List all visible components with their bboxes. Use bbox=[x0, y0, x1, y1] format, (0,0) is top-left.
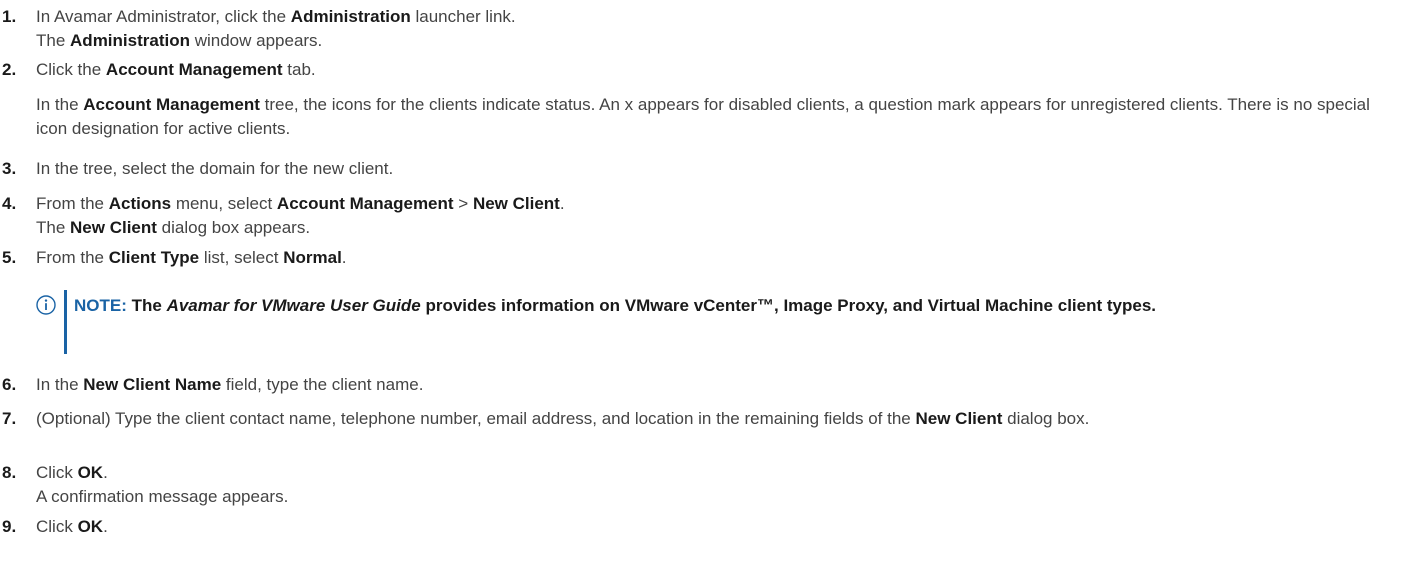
step-text: Click OK. bbox=[36, 463, 108, 482]
step-text: (Optional) Type the client contact name,… bbox=[36, 409, 1090, 428]
step-number: 4. bbox=[2, 194, 17, 213]
step-text: Click the Account Management tab. bbox=[36, 60, 316, 79]
step-number: 5. bbox=[2, 248, 17, 267]
step-number: 7. bbox=[2, 409, 17, 428]
step-number: 9. bbox=[2, 517, 17, 536]
step-number: 6. bbox=[2, 375, 17, 394]
step-3: 3. In the tree, select the domain for th… bbox=[0, 157, 1391, 181]
step-7: 7. (Optional) Type the client contact na… bbox=[0, 407, 1391, 431]
note-text: NOTE: The Avamar for VMware User Guide p… bbox=[74, 296, 1156, 315]
note-accent-bar bbox=[64, 290, 67, 354]
step-text: In Avamar Administrator, click the Admin… bbox=[36, 7, 516, 26]
step-5: 5. From the Client Type list, select Nor… bbox=[0, 246, 1391, 270]
info-circle-icon bbox=[36, 295, 56, 315]
step-number: 3. bbox=[2, 159, 17, 178]
procedure: 1. In Avamar Administrator, click the Ad… bbox=[0, 0, 1411, 572]
step-8: 8. Click OK. A confirmation message appe… bbox=[0, 461, 1391, 509]
step-2: 2. Click the Account Management tab. In … bbox=[0, 58, 1391, 141]
step-text: In the tree, select the domain for the n… bbox=[36, 159, 394, 178]
step-detail: In the Account Management tree, the icon… bbox=[36, 95, 1370, 138]
step-text: From the Client Type list, select Normal… bbox=[36, 248, 347, 267]
step-result: The New Client dialog box appears. bbox=[36, 218, 311, 237]
step-number: 2. bbox=[2, 60, 17, 79]
step-4: 4. From the Actions menu, select Account… bbox=[0, 192, 1391, 240]
step-text: From the Actions menu, select Account Ma… bbox=[36, 194, 565, 213]
step-6: 6. In the New Client Name field, type th… bbox=[0, 373, 1391, 397]
note-box: NOTE: The Avamar for VMware User Guide p… bbox=[36, 290, 1391, 354]
step-result: The Administration window appears. bbox=[36, 31, 323, 50]
step-text: Click OK. bbox=[36, 517, 108, 536]
step-number: 8. bbox=[2, 463, 17, 482]
step-1: 1. In Avamar Administrator, click the Ad… bbox=[0, 5, 1391, 53]
step-text: In the New Client Name field, type the c… bbox=[36, 375, 424, 394]
guide-title: Avamar for VMware User Guide bbox=[166, 296, 421, 315]
step-number: 1. bbox=[2, 7, 17, 26]
step-result: A confirmation message appears. bbox=[36, 487, 289, 506]
step-9: 9. Click OK. bbox=[0, 515, 1391, 539]
